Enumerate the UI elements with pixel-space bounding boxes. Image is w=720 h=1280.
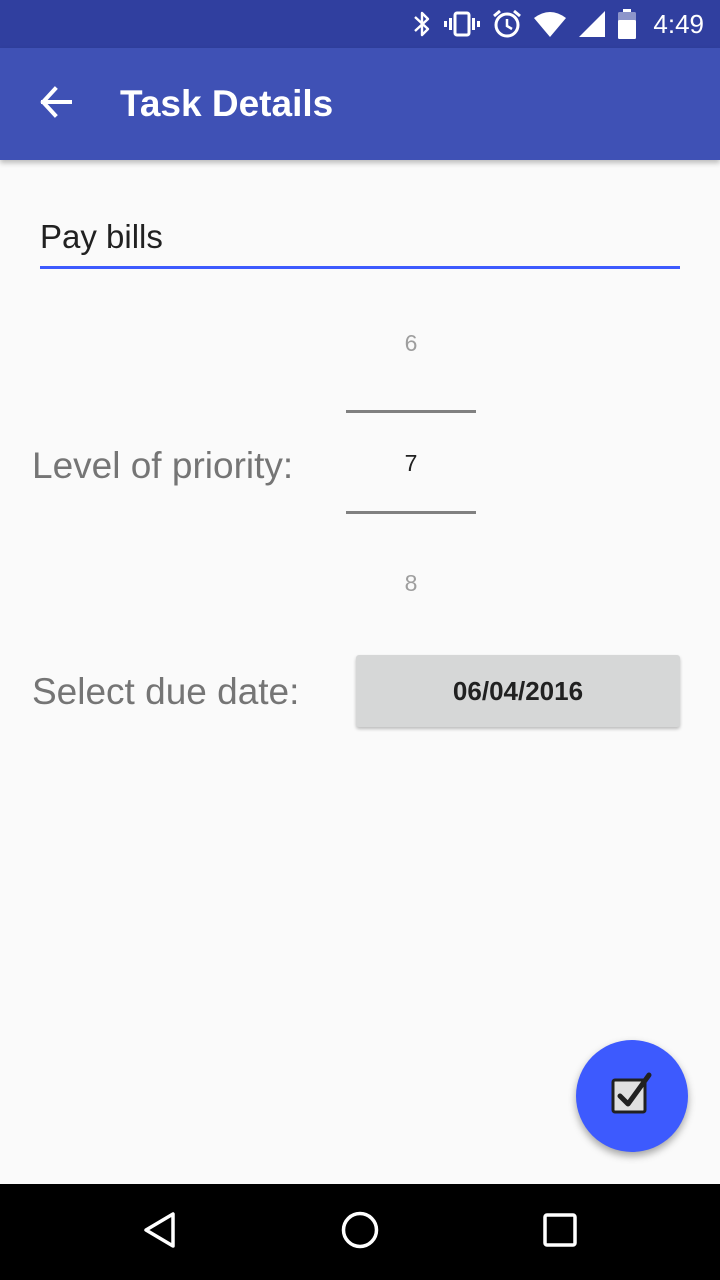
arrow-back-icon <box>38 84 74 125</box>
nav-home-icon <box>340 1210 380 1255</box>
page-title: Task Details <box>120 83 334 124</box>
back-button[interactable] <box>24 72 88 136</box>
task-details-screen: 4:49 Task Details Level of priority: 6 7… <box>0 0 720 1280</box>
wifi-icon <box>533 10 567 38</box>
nav-home-button[interactable] <box>300 1184 420 1280</box>
picker-divider-top <box>346 410 476 413</box>
save-task-fab[interactable] <box>576 1040 688 1152</box>
cell-signal-icon <box>577 9 607 39</box>
picker-current-value[interactable]: 7 <box>346 450 476 477</box>
navigation-bar <box>0 1184 720 1280</box>
battery-icon <box>617 8 637 40</box>
nav-recents-icon <box>542 1212 578 1253</box>
status-bar: 4:49 <box>0 0 720 48</box>
priority-number-picker[interactable]: 6 7 8 <box>346 310 476 610</box>
app-bar: Task Details <box>0 48 720 160</box>
status-time: 4:49 <box>653 8 704 39</box>
picker-next-value[interactable]: 8 <box>346 570 476 597</box>
nav-back-icon <box>140 1210 180 1255</box>
nav-recents-button[interactable] <box>500 1184 620 1280</box>
nav-back-button[interactable] <box>100 1184 220 1280</box>
due-date-button[interactable]: 06/04/2016 <box>356 655 680 727</box>
task-name-input[interactable] <box>40 208 680 269</box>
vibrate-icon <box>443 9 481 39</box>
task-name-field <box>40 208 680 270</box>
status-icons: 4:49 <box>411 0 704 48</box>
checkbox-checked-icon <box>609 1071 655 1122</box>
picker-previous-value[interactable]: 6 <box>346 330 476 357</box>
alarm-icon <box>491 8 523 40</box>
bluetooth-icon <box>411 9 433 39</box>
picker-divider-bottom <box>346 511 476 514</box>
priority-label: Level of priority: <box>32 445 294 486</box>
due-date-label: Select due date: <box>32 671 300 712</box>
